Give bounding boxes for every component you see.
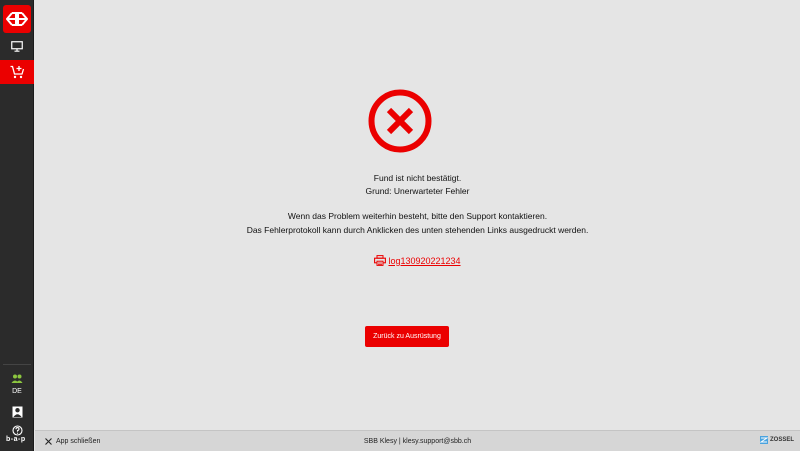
zossel-logo-text: ZOSSEL <box>769 437 794 443</box>
sidebar: DE b-a-p <box>0 0 34 451</box>
support-hint: Wenn das Problem weiterhin besteht, bitt… <box>287 211 548 221</box>
main-content: Fund ist nicht bestätigt. Grund: Unerwar… <box>35 0 800 430</box>
printer-icon <box>374 255 387 266</box>
users-icon <box>11 374 23 383</box>
user-icon <box>12 406 22 418</box>
sidebar-item-users[interactable] <box>0 368 34 390</box>
log-hint: Das Fehlerprotokoll kann durch Anklicken… <box>246 225 589 235</box>
zossel-logo-icon <box>759 436 768 444</box>
footer: App schließen SBB Klesy | klesy.support@… <box>35 430 800 451</box>
sbb-logo-icon[interactable] <box>3 5 31 33</box>
cart-add-icon <box>10 65 24 79</box>
zossel-logo: ZOSSEL <box>759 436 794 444</box>
status-message: Fund ist nicht bestätigt. <box>373 173 462 183</box>
desktop-icon <box>11 40 23 52</box>
print-log-link[interactable]: log130920221234 <box>35 255 800 266</box>
log-link-text[interactable]: log130920221234 <box>388 256 460 266</box>
help-icon <box>11 424 23 436</box>
status-reason: Grund: Unerwarteter Fehler <box>365 186 470 196</box>
support-contact: SBB Klesy | klesy.support@sbb.ch <box>363 437 472 445</box>
sidebar-item-cart[interactable] <box>0 60 34 84</box>
sidebar-divider <box>3 364 31 365</box>
error-circle-icon <box>368 89 432 153</box>
back-to-equipment-button[interactable]: Zurück zu Ausrüstung <box>365 326 449 347</box>
brand-logo: b-a-p <box>6 436 26 443</box>
language-selector[interactable]: DE <box>0 388 34 395</box>
sidebar-item-desktop[interactable] <box>0 35 34 57</box>
